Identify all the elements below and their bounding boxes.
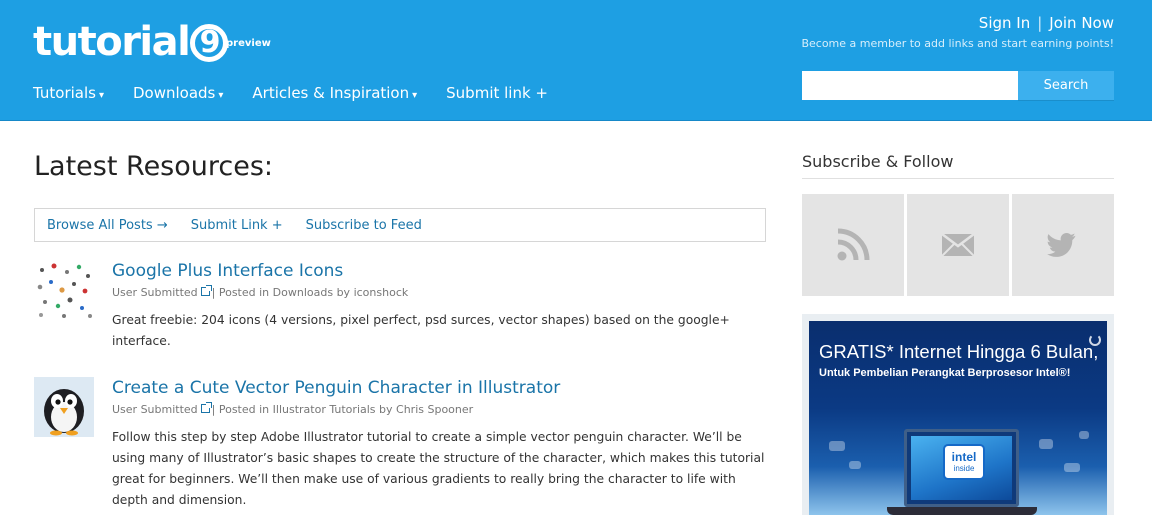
site-logo[interactable]: tutorial 9 bbox=[33, 19, 229, 65]
cloud-icon bbox=[1079, 431, 1089, 439]
email-tile[interactable] bbox=[907, 194, 1009, 296]
user-submitted-label: User Submitted bbox=[112, 286, 198, 299]
post-excerpt: Great freebie: 204 icons (4 versions, pi… bbox=[112, 313, 730, 348]
intel-logo-inside: inside bbox=[953, 464, 975, 473]
penguin-thumbnail[interactable] bbox=[34, 377, 94, 437]
member-tagline: Become a member to add links and start e… bbox=[801, 37, 1114, 50]
account-links: Sign In | Join Now bbox=[979, 14, 1114, 32]
nav-label: Submit link + bbox=[446, 84, 548, 102]
nav-downloads[interactable]: Downloads ▾ bbox=[133, 84, 223, 102]
post-category-link[interactable]: Illustrator Tutorials bbox=[273, 403, 376, 416]
post-title-link[interactable]: Create a Cute Vector Penguin Character i… bbox=[112, 377, 768, 399]
cloud-icon bbox=[1039, 439, 1053, 449]
rss-icon bbox=[837, 228, 870, 261]
subscribe-follow-title: Subscribe & Follow bbox=[802, 152, 954, 171]
logo-text: tutorial bbox=[33, 19, 191, 65]
ad-banner: GRATIS* Internet Hingga 6 Bulan, Untuk P… bbox=[809, 321, 1107, 515]
ad-subline: Untuk Pembelian Perangkat Berprosesor In… bbox=[819, 367, 1071, 379]
by-label: by bbox=[375, 403, 397, 416]
nav-label: Articles & Inspiration bbox=[252, 84, 410, 102]
caret-down-icon: ▾ bbox=[412, 90, 418, 101]
nav-tutorials[interactable]: Tutorials ▾ bbox=[33, 84, 104, 102]
email-icon bbox=[942, 234, 974, 256]
caret-down-icon: ▾ bbox=[98, 90, 104, 101]
ad-headline: GRATIS* Internet Hingga 6 Bulan, bbox=[819, 341, 1099, 362]
join-now-link[interactable]: Join Now bbox=[1049, 14, 1114, 32]
nav-articles-inspiration[interactable]: Articles & Inspiration ▾ bbox=[252, 84, 417, 102]
main-nav: Tutorials ▾ Downloads ▾ Articles & Inspira… bbox=[33, 84, 577, 102]
subscribe-to-feed-link[interactable]: Subscribe to Feed bbox=[306, 218, 422, 233]
replay-icon[interactable] bbox=[1089, 334, 1101, 346]
nav-label: Tutorials bbox=[33, 84, 96, 102]
posted-in-label: | Posted in bbox=[211, 286, 273, 299]
intel-logo-word: intel bbox=[951, 450, 977, 464]
page-title: Latest Resources: bbox=[34, 151, 274, 182]
twitter-tile[interactable] bbox=[1012, 194, 1114, 296]
post-body: Create a Cute Vector Penguin Character i… bbox=[112, 377, 768, 511]
rss-tile[interactable] bbox=[802, 194, 904, 296]
external-link-icon[interactable] bbox=[200, 402, 212, 413]
logo-preview-badge: preview bbox=[226, 38, 271, 49]
post-author-link[interactable]: Chris Spooner bbox=[396, 403, 473, 416]
sidebar-divider bbox=[802, 178, 1114, 179]
site-header: tutorial 9 preview Tutorials ▾ Downloads ▾ … bbox=[0, 0, 1152, 121]
post-excerpt: Follow this step by step Adobe Illustrat… bbox=[112, 430, 765, 507]
browse-all-posts-link[interactable]: Browse All Posts → bbox=[47, 218, 168, 233]
filter-bar: Browse All Posts → Submit Link + Subscri… bbox=[34, 208, 766, 242]
caret-down-icon: ▾ bbox=[218, 90, 224, 101]
cloud-icon bbox=[1064, 463, 1080, 472]
intel-advertisement[interactable]: GRATIS* Internet Hingga 6 Bulan, Untuk P… bbox=[802, 314, 1114, 515]
search-input[interactable] bbox=[802, 71, 1019, 100]
laptop-screen: intel inside bbox=[911, 436, 1012, 500]
search-button[interactable]: Search bbox=[1018, 71, 1114, 100]
user-submitted-label: User Submitted bbox=[112, 403, 198, 416]
submit-link-link[interactable]: Submit Link + bbox=[191, 218, 283, 233]
post-author-link[interactable]: iconshock bbox=[354, 286, 409, 299]
post-title-link[interactable]: Google Plus Interface Icons bbox=[112, 260, 768, 282]
laptop-illustration: intel inside bbox=[904, 429, 1019, 507]
post-category-link[interactable]: Downloads bbox=[273, 286, 333, 299]
laptop-base bbox=[887, 507, 1037, 515]
google-plus-icons-thumbnail[interactable] bbox=[34, 260, 94, 320]
post-meta: User Submitted | Posted in Illustrator Tu… bbox=[112, 402, 768, 417]
posted-in-label: | Posted in bbox=[211, 403, 273, 416]
intel-inside-logo: intel inside bbox=[943, 444, 985, 480]
sign-in-link[interactable]: Sign In bbox=[979, 14, 1030, 32]
account-separator: | bbox=[1037, 14, 1043, 32]
twitter-bird-icon bbox=[1047, 233, 1076, 257]
logo-nine-circle: 9 bbox=[190, 24, 229, 62]
nav-submit-link[interactable]: Submit link + bbox=[446, 84, 548, 102]
by-label: by bbox=[333, 286, 354, 299]
nav-label: Downloads bbox=[133, 84, 216, 102]
post-body: Google Plus Interface Icons User Submitt… bbox=[112, 260, 768, 352]
cloud-icon bbox=[849, 461, 861, 469]
post-meta: User Submitted | Posted in Downloads by i… bbox=[112, 285, 768, 300]
cloud-icon bbox=[829, 441, 845, 451]
external-link-icon[interactable] bbox=[200, 285, 212, 296]
